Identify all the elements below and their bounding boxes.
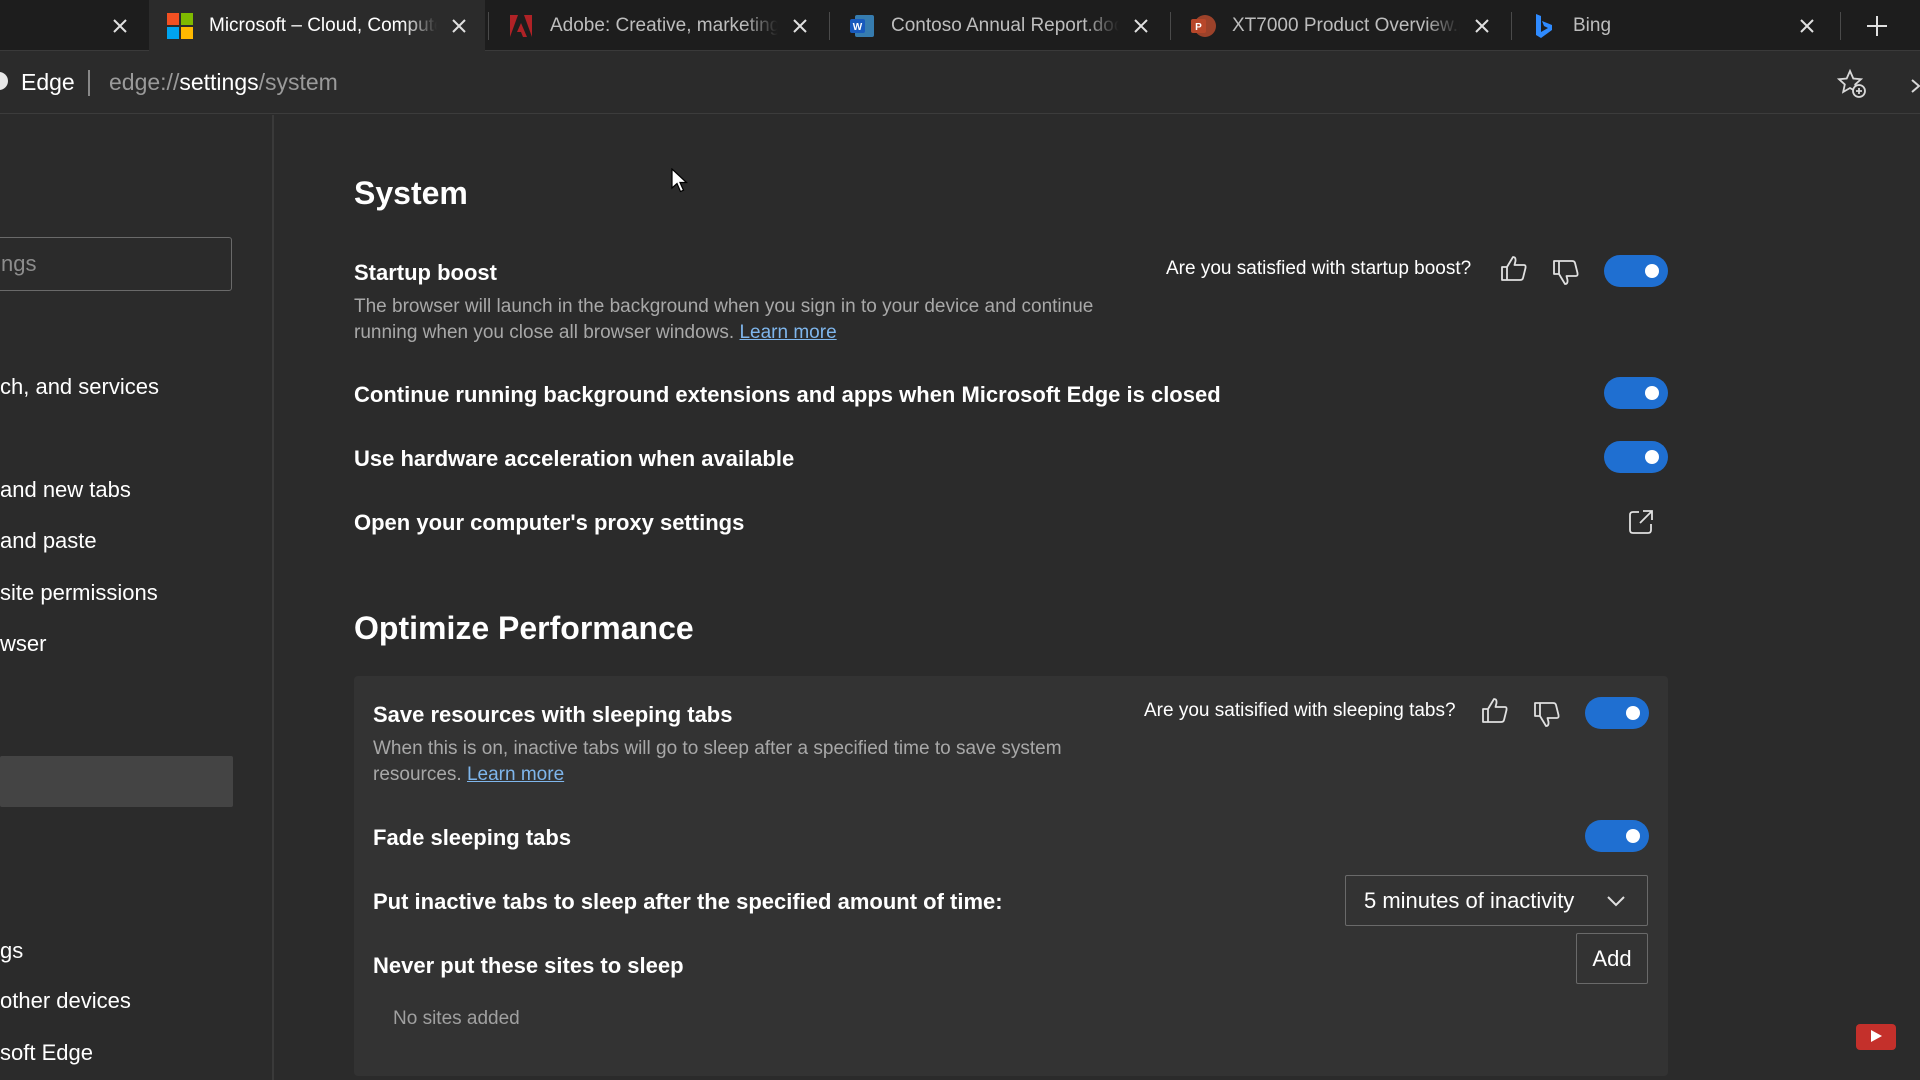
chevron-down-icon [1607,896,1625,907]
address-separator [88,70,90,96]
learn-more-link[interactable]: Learn more [467,764,564,785]
url-prefix: edge:// [109,69,180,95]
close-icon[interactable] [788,14,812,38]
site-identity-label[interactable]: Edge [21,69,75,96]
startup-boost-title: Startup boost [354,260,497,285]
bing-icon [1531,13,1557,39]
sidebar-item-cookies-site-permissions[interactable]: site permissions [0,580,158,606]
toggle-knob [1626,706,1640,720]
url-path: /system [258,69,338,95]
optimize-performance-heading: Optimize Performance [354,610,694,646]
url-host: settings [179,69,259,95]
star-add-icon [1836,68,1866,98]
toggle-knob [1626,829,1640,843]
system-heading: System [354,175,468,211]
mouse-cursor-icon [671,167,689,194]
tab-strip: Microsoft – Cloud, Computers, Apps & Gam… [0,0,1920,51]
background-extensions-toggle[interactable] [1604,377,1668,409]
sidebar-item-default-browser[interactable]: wser [0,631,46,657]
close-icon[interactable] [1795,14,1819,38]
sleeping-tabs-title: Save resources with sleeping tabs [373,702,733,727]
startup-boost-feedback-question: Are you satisfied with startup boost? [1166,258,1472,279]
tab-bing[interactable]: Bing [1513,0,1833,51]
toggle-knob [1645,264,1659,278]
close-icon[interactable] [447,14,471,38]
sleep-timeout-title: Put inactive tabs to sleep after the spe… [373,889,1003,914]
new-tab-button[interactable] [1860,10,1894,42]
toggle-knob [1645,450,1659,464]
learn-more-link[interactable]: Learn more [739,322,836,343]
sidebar-item-phone-other-devices[interactable]: other devices [0,988,131,1014]
adobe-logo-icon [508,13,534,39]
tab-word-document[interactable]: W Contoso Annual Report.docx [831,0,1167,51]
add-site-button[interactable]: Add [1576,933,1648,984]
tab-separator [1840,12,1841,40]
plus-icon [1867,16,1887,36]
no-sites-added-text: No sites added [393,1008,520,1029]
subscribe-badge-icon [1856,1024,1896,1050]
thumbs-down-icon[interactable] [1550,256,1582,288]
tab-powerpoint[interactable]: P XT7000 Product Overview.pptx [1172,0,1508,51]
search-settings-input[interactable]: ngs [0,237,232,291]
sidebar-item-privacy-search-services[interactable]: ch, and services [0,374,159,400]
close-icon[interactable] [1129,14,1153,38]
add-favorite-button[interactable] [1836,68,1868,100]
external-link-icon[interactable] [1625,506,1657,538]
tab-title: XT7000 Product Overview.pptx [1232,14,1460,36]
url-field[interactable]: edge://settings/system [109,69,338,96]
sleeping-tabs-feedback-question: Are you satisified with sleeping tabs? [1144,700,1456,721]
tab-separator [829,12,830,40]
powerpoint-icon: P [1190,13,1216,39]
svg-text:W: W [853,22,863,33]
tab-separator [1170,12,1171,40]
startup-boost-description: The browser will launch in the backgroun… [354,294,1134,346]
background-extensions-title: Continue running background extensions a… [354,382,1221,407]
fade-sleeping-tabs-title: Fade sleeping tabs [373,825,572,850]
word-icon: W [849,13,875,39]
tab-title: Bing [1573,14,1612,36]
close-icon[interactable] [108,14,132,38]
toggle-knob [1645,386,1659,400]
tab-microsoft[interactable]: Microsoft – Cloud, Computers, Apps & Gam… [149,0,485,51]
tab-title: Contoso Annual Report.docx [891,14,1119,36]
fade-sleeping-tabs-toggle[interactable] [1585,820,1649,852]
sleep-timeout-dropdown[interactable]: 5 minutes of inactivity [1345,875,1648,926]
startup-boost-desc-text: The browser will launch in the backgroun… [354,296,1094,343]
sidebar-item-start-home-new-tabs[interactable]: and new tabs [0,477,131,503]
close-icon[interactable] [1470,14,1494,38]
svg-text:P: P [1195,22,1202,33]
proxy-settings-title: Open your computer's proxy settings [354,510,745,535]
search-placeholder: ngs [1,251,37,276]
tab-title: Adobe: Creative, marketing and document … [550,14,778,36]
tab-adobe[interactable]: Adobe: Creative, marketing and document … [490,0,826,51]
sidebar-item-reset-settings[interactable]: gs [0,938,23,964]
thumbs-up-icon[interactable] [1479,695,1511,727]
never-sleep-title: Never put these sites to sleep [373,953,684,978]
sidebar-item-share-copy-paste[interactable]: and paste [0,528,97,554]
sidebar-item-system-selected[interactable] [0,756,233,807]
hardware-acceleration-title: Use hardware acceleration when available [354,446,795,471]
chevron-icon [1911,79,1920,93]
favorites-menu-button[interactable] [1910,70,1920,98]
tab-title: Microsoft – Cloud, Computers, Apps & Gam… [209,14,437,36]
tab-partial[interactable] [0,0,146,51]
tab-separator [488,12,489,40]
tab-separator [1511,12,1512,40]
thumbs-down-icon[interactable] [1531,698,1563,730]
sleep-timeout-selected: 5 minutes of inactivity [1364,887,1575,913]
hardware-acceleration-toggle[interactable] [1604,441,1668,473]
sleeping-tabs-toggle[interactable] [1585,697,1649,729]
microsoft-logo-icon [167,12,193,39]
thumbs-up-icon[interactable] [1498,253,1530,285]
sleeping-tabs-description: When this is on, inactive tabs will go t… [373,736,1113,788]
startup-boost-toggle[interactable] [1604,255,1668,287]
sidebar-item-about-edge[interactable]: soft Edge [0,1040,93,1066]
